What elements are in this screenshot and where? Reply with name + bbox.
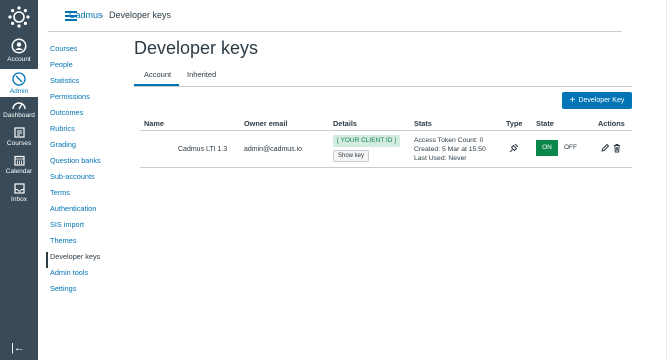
tab-inherited[interactable]: Inherited (187, 68, 216, 86)
global-nav-dashboard-label: Dashboard (3, 112, 35, 119)
account-nav-courses[interactable]: Courses (50, 44, 130, 60)
account-nav-rubrics[interactable]: Rubrics (50, 124, 130, 140)
global-nav-inbox-label: Inbox (11, 196, 27, 203)
column-header-actions: Actions (598, 119, 625, 128)
add-developer-key-button[interactable]: + Developer Key (562, 92, 632, 109)
state-off-toggle[interactable]: OFF (564, 144, 577, 151)
column-header-name: Name (144, 119, 164, 128)
show-key-button[interactable]: Show key (333, 150, 370, 162)
breadcrumb-account-link[interactable]: Cadmus (69, 10, 103, 20)
account-nav-developer-keys[interactable]: Developer keys (46, 252, 130, 268)
stats-created: Created: 5 Mar at 15:50 (414, 146, 486, 153)
account-nav-settings[interactable]: Settings (50, 284, 130, 300)
account-nav-people[interactable]: People (50, 60, 130, 76)
global-nav-admin[interactable]: Admin (0, 69, 38, 97)
header-divider (48, 31, 622, 32)
global-nav-courses-label: Courses (6, 140, 32, 147)
account-nav-question-banks[interactable]: Question banks (50, 156, 130, 172)
speedometer-icon (12, 102, 26, 110)
global-nav-account-label: Account (7, 56, 31, 63)
account-nav: Courses People Statistics Permissions Ou… (46, 44, 130, 300)
account-nav-terms[interactable]: Terms (50, 188, 130, 204)
account-nav-sis-import[interactable]: SIS import (50, 220, 130, 236)
account-nav-themes[interactable]: Themes (50, 236, 130, 252)
plus-icon: + (569, 95, 576, 106)
delete-trash-icon[interactable] (612, 143, 622, 153)
canvas-logo-icon[interactable] (8, 6, 30, 28)
book-icon (13, 127, 25, 138)
table-row-divider (140, 167, 632, 168)
global-nav-dashboard[interactable]: Dashboard (0, 100, 38, 124)
stats-access-token-count: Access Token Count: 0 (414, 137, 484, 144)
add-developer-key-label: Developer Key (578, 97, 625, 104)
collapse-nav-icon: |← (11, 342, 25, 354)
user-avatar-icon (11, 38, 27, 54)
key-name: Cadmus LTI 1.3 (178, 146, 228, 153)
column-header-stats: Stats (414, 119, 432, 128)
account-nav-grading[interactable]: Grading (50, 140, 130, 156)
collapse-nav-button[interactable]: |← (11, 342, 25, 354)
table-header-divider (140, 130, 632, 131)
column-header-details: Details (333, 119, 357, 128)
global-nav-account[interactable]: Account (0, 38, 38, 68)
column-header-state: State (536, 119, 554, 128)
column-header-type: Type (506, 119, 523, 128)
tabs-divider (134, 86, 632, 87)
calendar-icon (13, 155, 25, 166)
global-nav-admin-label: Admin (9, 88, 29, 95)
global-nav-calendar[interactable]: Calendar (0, 155, 38, 179)
client-id-badge: [ YOUR CLIENT ID ] (333, 135, 400, 147)
account-nav-permissions[interactable]: Permissions (50, 92, 130, 108)
account-nav-outcomes[interactable]: Outcomes (50, 108, 130, 124)
owner-email: admin@cadmus.io (244, 146, 303, 153)
breadcrumb-separator-icon: › (101, 11, 104, 20)
account-nav-admin-tools[interactable]: Admin tools (50, 268, 130, 284)
breadcrumb-current: Developer keys (109, 10, 172, 20)
shield-icon (12, 72, 26, 86)
plug-icon (509, 143, 519, 153)
account-nav-sub-accounts[interactable]: Sub-accounts (50, 172, 130, 188)
global-nav-inbox[interactable]: Inbox (0, 183, 38, 207)
page-title: Developer keys (134, 38, 259, 58)
global-nav: Account Admin Dashboard Courses Calendar (0, 0, 38, 360)
account-nav-statistics[interactable]: Statistics (50, 76, 130, 92)
inbox-icon (13, 183, 25, 194)
page-edge (666, 0, 667, 360)
account-nav-authentication[interactable]: Authentication (50, 204, 130, 220)
stats-last-used: Last Used: Never (414, 155, 467, 162)
global-nav-courses[interactable]: Courses (0, 127, 38, 151)
state-on-toggle[interactable]: ON (536, 140, 558, 156)
column-header-owner-email: Owner email (244, 119, 288, 128)
breadcrumb-header: Cadmus › Developer keys (38, 0, 670, 32)
edit-pencil-icon[interactable] (600, 143, 610, 153)
global-nav-calendar-label: Calendar (5, 168, 33, 175)
